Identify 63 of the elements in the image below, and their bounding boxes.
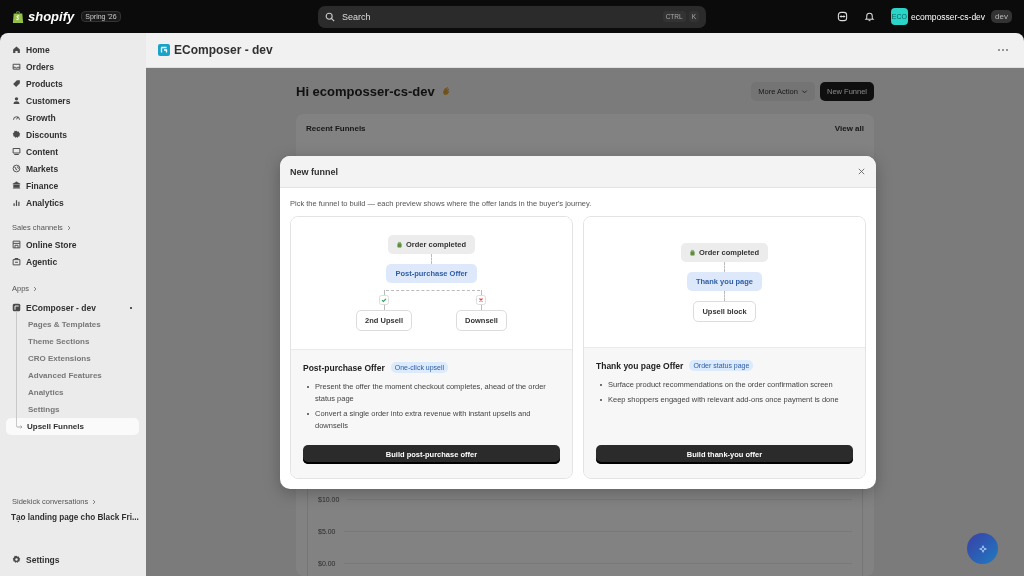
sidebar-subitem[interactable]: Pages & Templates — [0, 316, 146, 333]
store-name[interactable]: ecomposser-cs-dev — [910, 11, 986, 22]
chevron-right-icon — [65, 224, 72, 231]
option-title: Thank you page Offer — [596, 360, 684, 371]
funnel-option-card[interactable] — [290, 216, 573, 479]
app-item[interactable]: EComposer - dev — [0, 299, 146, 316]
sidebar-item[interactable]: Products — [0, 75, 146, 92]
option-title: Post-purchase Offer — [303, 362, 385, 373]
discounts-icon — [12, 130, 21, 139]
bell-icon[interactable] — [863, 11, 875, 22]
sidebar-subitem[interactable]: Analytics — [0, 384, 146, 401]
brand-name: shopify — [28, 9, 75, 24]
finance-icon — [12, 181, 21, 190]
sidebar-subitem[interactable]: Upsell Funnels — [6, 418, 139, 435]
home-icon — [12, 45, 21, 54]
chevron-down-icon — [800, 87, 808, 95]
sidebar-item[interactable]: Markets — [0, 160, 146, 177]
orders-icon — [12, 62, 21, 71]
app-logo-icon — [158, 44, 170, 56]
sidebar-item[interactable]: Growth — [0, 109, 146, 126]
sidebar-subitem[interactable]: CRO Extensions — [0, 350, 146, 367]
bag-icon — [12, 257, 21, 266]
chevron-right-icon — [32, 285, 39, 292]
bag-icon — [397, 241, 402, 248]
growth-icon — [12, 113, 21, 122]
bag-icon — [690, 249, 695, 256]
search-input[interactable]: Search — [340, 10, 658, 23]
storefront-icon — [12, 240, 21, 249]
sidebar-item[interactable]: Home — [0, 41, 146, 58]
app-title: EComposer - dev — [174, 43, 273, 57]
sidebar-subitem[interactable]: Settings — [0, 401, 146, 418]
content-icon — [12, 147, 21, 156]
sidebar-item[interactable]: Customers — [0, 92, 146, 109]
conversation-item[interactable]: Tạo landing page cho Black Fri... — [0, 510, 146, 525]
sidebar-subitem[interactable]: Theme Sections — [0, 333, 146, 350]
dialog-title: New funnel — [290, 166, 338, 177]
sidebar-item[interactable]: Content — [0, 143, 146, 160]
funnel-option-card[interactable] — [583, 216, 866, 479]
sidebar-item[interactable]: Discounts — [0, 126, 146, 143]
sparkle-icon — [977, 543, 988, 554]
view-all-link[interactable]: View all — [834, 124, 864, 133]
search-icon — [325, 11, 335, 22]
greeting-heading: Hi ecomposser-cs-dev — [296, 83, 435, 99]
sidebar-item[interactable]: Online Store — [0, 236, 146, 253]
settings-icon — [12, 555, 21, 564]
sidekick-icon[interactable] — [836, 11, 848, 22]
arrow-right-icon — [16, 423, 24, 430]
sidebar-item[interactable]: Orders — [0, 58, 146, 75]
app-icon — [12, 303, 21, 312]
markets-icon — [12, 164, 21, 173]
store-badge: dev — [991, 10, 1012, 23]
products-icon — [12, 79, 21, 88]
sidebar-subitem[interactable]: Advanced Features — [0, 367, 146, 384]
shopify-bag-icon — [12, 9, 24, 24]
close-icon[interactable] — [857, 167, 866, 176]
sidebar-item[interactable]: Agentic — [0, 253, 146, 270]
analytics-icon — [12, 198, 21, 207]
settings-item[interactable]: Settings — [0, 551, 146, 568]
card-title: Recent Funnels — [306, 124, 366, 133]
sidebar-item[interactable]: Finance — [0, 177, 146, 194]
customers-icon — [12, 96, 21, 105]
sidebar-item[interactable]: Analytics — [0, 194, 146, 211]
chevron-right-icon — [91, 498, 98, 505]
